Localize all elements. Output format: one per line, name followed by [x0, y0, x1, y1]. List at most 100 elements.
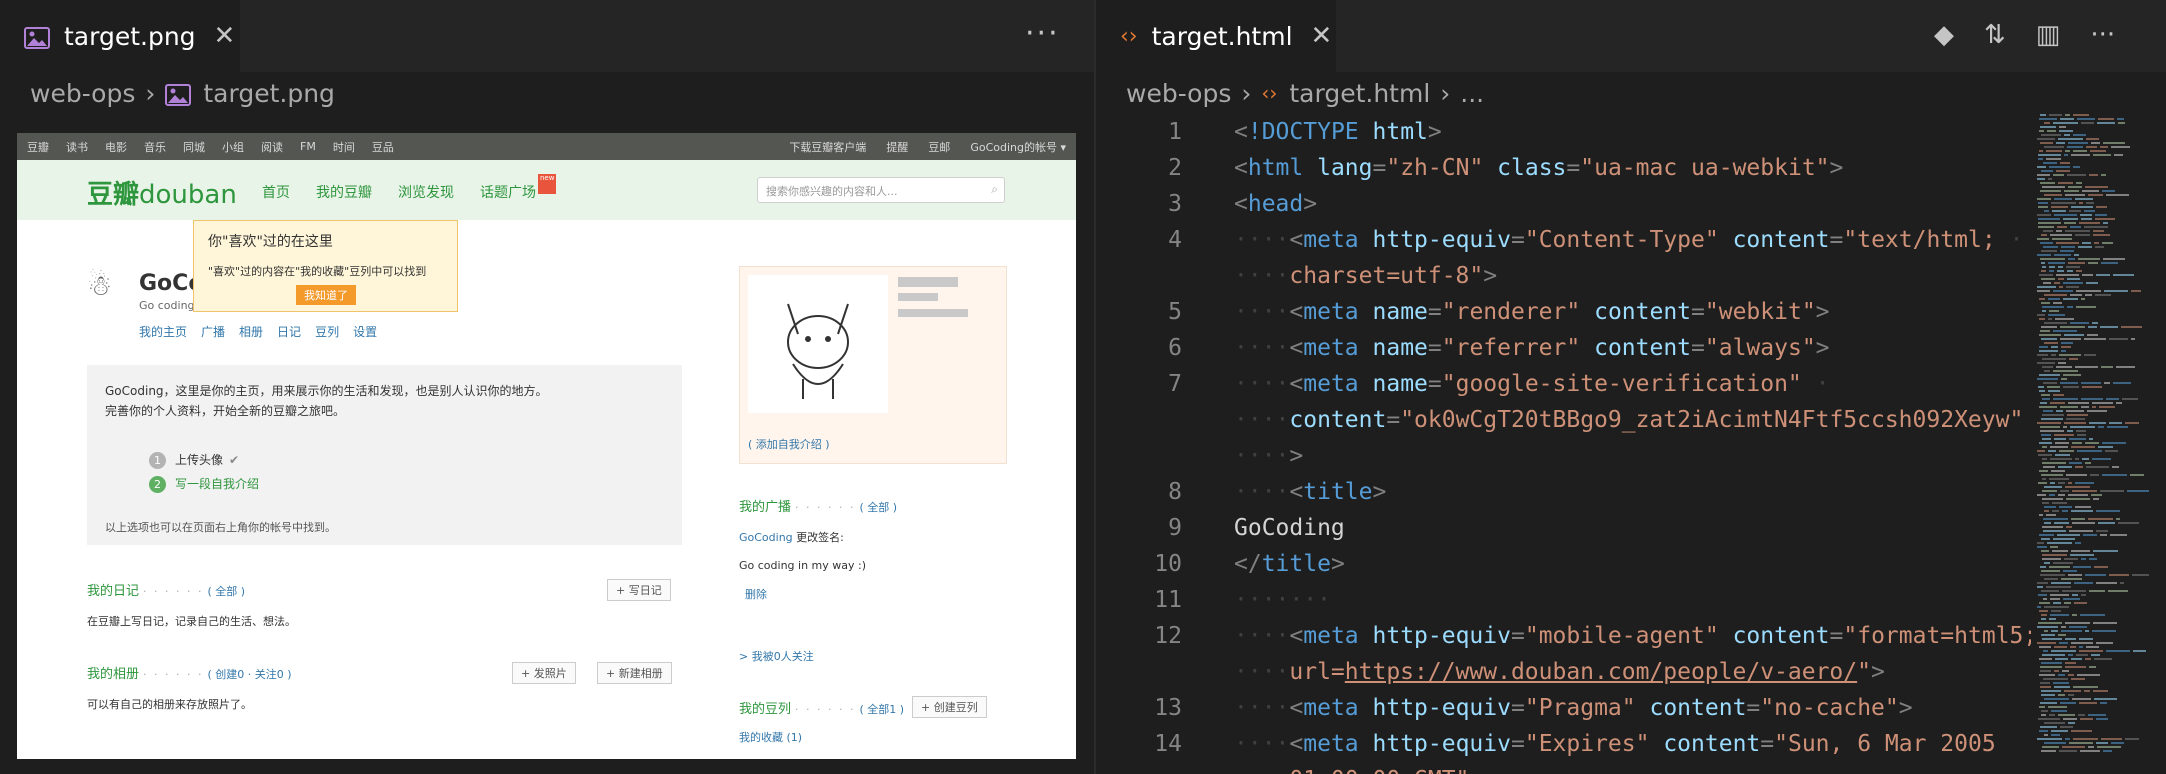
minimap-stroke	[2070, 226, 2081, 228]
doulist-item[interactable]: 我的收藏 (1)	[739, 729, 1007, 745]
add-intro-link[interactable]: ( 添加自我介绍 )	[748, 436, 830, 452]
code-line[interactable]: ····charset=utf-8">	[1096, 258, 2026, 294]
minimap-stroke	[2041, 338, 2057, 340]
more-actions-icon[interactable]: ···	[2090, 20, 2115, 50]
minimap-stroke	[2044, 722, 2065, 724]
code-line[interactable]: 6 ····<meta name="referrer" content="alwa…	[1096, 330, 2026, 366]
all-link[interactable]: ( 创建0 · 关注0 )	[207, 668, 291, 681]
code-line[interactable]: 11 ·······	[1096, 582, 2026, 618]
minimap-stroke	[2068, 186, 2082, 188]
account-menu[interactable]: GoCoding的帐号 ▾	[970, 139, 1066, 155]
topbar-link[interactable]: 读书	[66, 139, 88, 155]
code-line[interactable]: ····url=https://www.douban.com/people/v-…	[1096, 654, 2026, 690]
logo-cn: 豆瓣	[87, 180, 140, 210]
topbar-link[interactable]: 豆邮	[928, 139, 950, 155]
code-line[interactable]: 7 ····<meta name="google-site-verificatio…	[1096, 366, 2026, 402]
code-line[interactable]: 9 GoCoding	[1096, 510, 2026, 546]
minimap-stroke	[2053, 370, 2078, 372]
profile-tab[interactable]: 广播	[201, 323, 225, 340]
nav-explore[interactable]: 浏览发现	[398, 182, 454, 202]
upload-photo-button[interactable]: + 发照片	[512, 662, 576, 684]
close-tab-icon[interactable]: ✕	[214, 21, 236, 51]
minimap-stroke	[2116, 518, 2120, 520]
all-link[interactable]: ( 全部 )	[207, 585, 245, 598]
code-line[interactable]: 3 <head>	[1096, 186, 2026, 222]
nav-my-douban[interactable]: 我的豆瓣	[316, 182, 372, 202]
code-line[interactable]: ····01:00:00 GMT">	[1096, 762, 2026, 774]
delete-link[interactable]: 删除	[745, 586, 1007, 602]
avatar-image[interactable]	[748, 275, 888, 413]
nav-home[interactable]: 首页	[262, 182, 290, 202]
douban-logo[interactable]: 豆瓣douban	[87, 174, 237, 211]
profile-tab[interactable]: 我的主页	[139, 323, 187, 340]
topbar-link[interactable]: 电影	[105, 139, 127, 155]
git-icon[interactable]: ◆	[1934, 20, 1954, 50]
profile-tab[interactable]: 相册	[239, 323, 263, 340]
code-line[interactable]: ····>	[1096, 438, 2026, 474]
minimap-stroke	[2060, 406, 2078, 408]
all-link[interactable]: ( 全部1 )	[859, 703, 904, 716]
got-it-button[interactable]: 我知道了	[296, 285, 356, 305]
minimap-stroke	[2042, 310, 2046, 312]
minimap-stroke	[2064, 422, 2086, 424]
code-line[interactable]: 4 ····<meta http-equiv="Content-Type" con…	[1096, 222, 2026, 258]
more-actions-icon[interactable]: ···	[1025, 16, 1060, 51]
topbar-link[interactable]: 音乐	[144, 139, 166, 155]
breadcrumb-folder[interactable]: web-ops	[1126, 79, 1231, 108]
topbar-link[interactable]: FM	[300, 140, 316, 153]
compare-changes-icon[interactable]: ⇅	[1984, 20, 2006, 50]
breadcrumb-file[interactable]: target.html	[1289, 79, 1430, 108]
topbar-link[interactable]: 小组	[222, 139, 244, 155]
minimap-stroke	[2041, 618, 2046, 620]
code-line[interactable]: 1 <!DOCTYPE html>	[1096, 114, 2026, 150]
code-area[interactable]: 1 <!DOCTYPE html> 2 <html lang="zh-CN" clas…	[1096, 114, 2065, 774]
step-upload-avatar[interactable]: 1 上传头像 ✔	[149, 450, 239, 470]
topbar-link[interactable]: 豆品	[372, 139, 394, 155]
minimap-stroke	[2105, 450, 2118, 452]
profile-tab[interactable]: 日记	[277, 323, 301, 340]
user-link[interactable]: GoCoding	[739, 531, 793, 544]
minimap-stroke	[2049, 166, 2070, 168]
nav-topics[interactable]: 话题广场	[480, 182, 536, 202]
minimap[interactable]	[2031, 114, 2156, 774]
topbar-link[interactable]: 同城	[183, 139, 205, 155]
topbar-link[interactable]: 豆瓣	[27, 139, 49, 155]
topbar-link[interactable]: 提醒	[886, 139, 908, 155]
followers-link[interactable]: > 我被0人关注	[739, 648, 814, 664]
code-line[interactable]: 14 ····<meta http-equiv="Expires" content…	[1096, 726, 2026, 762]
breadcrumb-symbols[interactable]: ...	[1460, 79, 1484, 108]
minimap-stroke	[2120, 582, 2124, 584]
minimap-stroke	[2037, 214, 2051, 216]
code-line[interactable]: 13 ····<meta http-equiv="Pragma" content=…	[1096, 690, 2026, 726]
minimap-stroke	[2081, 218, 2092, 220]
code-line[interactable]: ····content="ok0wCgT20tBBgo9_zat2iAcimtN…	[1096, 402, 2051, 438]
code-line[interactable]: 8 ····<title>	[1096, 474, 2026, 510]
minimap-stroke	[2051, 354, 2056, 356]
breadcrumb-file[interactable]: target.png	[203, 79, 335, 108]
topbar-link[interactable]: 阅读	[261, 139, 283, 155]
profile-tab[interactable]: 豆列	[315, 323, 339, 340]
split-editor-icon[interactable]: ▥	[2036, 20, 2061, 50]
tab-target-html[interactable]: ‹› target.html ✕	[1096, 0, 1336, 72]
new-album-button[interactable]: + 新建相册	[597, 662, 672, 684]
topbar-link[interactable]: 时间	[333, 139, 355, 155]
minimap-stroke	[2091, 142, 2100, 144]
all-link[interactable]: ( 全部 )	[859, 501, 897, 514]
create-doulist-button[interactable]: + 创建豆列	[912, 696, 987, 718]
close-tab-icon[interactable]: ✕	[1311, 21, 1333, 51]
douban-search-input[interactable]: 搜索你感兴趣的内容和人... ⌕	[757, 177, 1005, 203]
minimap-stroke	[2053, 602, 2061, 604]
code-line[interactable]: 10 </title>	[1096, 546, 2026, 582]
topbar-link[interactable]: 下载豆瓣客户端	[789, 139, 866, 155]
breadcrumb: web-ops › ‹› target.html › ...	[1126, 72, 1484, 114]
code-line[interactable]: 5 ····<meta name="renderer" content="webk…	[1096, 294, 2026, 330]
write-diary-button[interactable]: + 写日记	[607, 579, 671, 601]
minimap-stroke	[2044, 606, 2069, 608]
tab-target-png[interactable]: target.png ✕	[0, 0, 240, 72]
breadcrumb-folder[interactable]: web-ops	[30, 79, 135, 108]
step-write-intro[interactable]: 2 写一段自我介绍	[149, 474, 259, 494]
code-line[interactable]: 12 ····<meta http-equiv="mobile-agent" co…	[1096, 618, 2065, 654]
code-line[interactable]: 2 <html lang="zh-CN" class="ua-mac ua-web…	[1096, 150, 2026, 186]
search-icon[interactable]: ⌕	[991, 182, 998, 197]
profile-tab[interactable]: 设置	[353, 323, 377, 340]
